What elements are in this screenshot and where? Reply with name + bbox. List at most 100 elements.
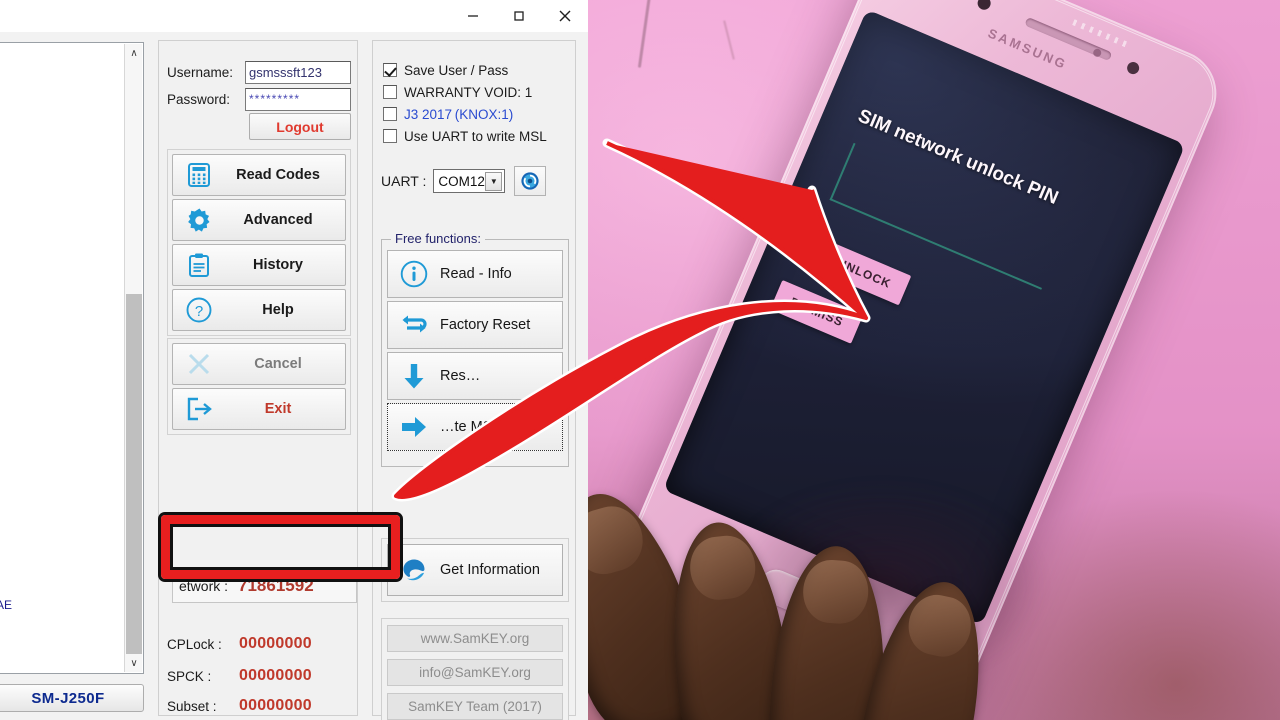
- cplock-value: 00000000: [239, 635, 312, 652]
- fingernail: [800, 558, 870, 626]
- checkbox-label-save-user-pass: Save User / Pass: [404, 62, 509, 78]
- close-icon[interactable]: [542, 0, 588, 32]
- import-arrow-icon: [388, 412, 440, 442]
- fingernail: [686, 533, 758, 603]
- fingernail: [588, 499, 651, 582]
- checkbox-row-warranty-void[interactable]: WARRANTY VOID: 1: [383, 81, 571, 103]
- uart-row: UART : COM12 ▼: [381, 166, 571, 196]
- advanced-button[interactable]: Advanced: [172, 199, 346, 241]
- subset-label: Subset :: [167, 698, 217, 714]
- read-codes-button[interactable]: Read Codes: [172, 154, 346, 196]
- advanced-label: Advanced: [243, 212, 313, 228]
- history-button[interactable]: History: [172, 244, 346, 286]
- free-functions-body: Read - Info Factory Reset Res… …te MSLCo…: [387, 250, 563, 454]
- device-model-label: SM-J250F: [31, 689, 105, 707]
- help-label: Help: [262, 302, 294, 318]
- screenshot-root: AE ∧ ∨ SM-J250F Username: gsmsssft123 Pa…: [0, 0, 1280, 720]
- gear-icon: [173, 207, 225, 234]
- read-codes-label: Read Codes: [236, 167, 320, 183]
- middle-column-panel: Username: gsmsssft123 Password: ********…: [158, 40, 358, 716]
- exit-button[interactable]: Exit: [172, 388, 346, 430]
- checkbox-row-use-uart-write-msl[interactable]: Use UART to write MSL: [383, 125, 571, 147]
- read-info-label: Read - Info: [440, 266, 512, 282]
- x-icon: [173, 351, 225, 377]
- checkbox-row-j3-2017-knox[interactable]: J3 2017 (KNOX:1): [383, 103, 571, 125]
- username-label: Username:: [167, 65, 234, 80]
- browser-icon: [388, 557, 440, 583]
- checkbox-use-uart-write-msl[interactable]: [383, 129, 397, 143]
- exit-label: Exit: [264, 401, 292, 417]
- checkbox-save-user-pass[interactable]: [383, 63, 397, 77]
- right-column-panel: Save User / Pass WARRANTY VOID: 1 J3 201…: [372, 40, 576, 720]
- uart-label: UART :: [381, 173, 427, 189]
- email-link-button[interactable]: info@SamKEY.org: [387, 659, 563, 686]
- uart-port-select[interactable]: COM12 ▼: [433, 169, 506, 193]
- down-arrow-icon: [388, 361, 440, 391]
- factory-reset-label: Factory Reset: [440, 317, 531, 333]
- free-functions-fieldset: Free functions: Read - Info Factory Rese…: [381, 231, 569, 467]
- device-model-badge: SM-J250F: [0, 684, 144, 712]
- logout-button[interactable]: Logout: [249, 113, 351, 140]
- scroll-down-icon[interactable]: ∨: [125, 654, 143, 672]
- log-output-panel: AE ∧ ∨: [0, 42, 144, 674]
- network-code-row: etwork : 71861592: [172, 569, 357, 603]
- log-line: AE: [0, 598, 13, 612]
- password-input[interactable]: *********: [245, 88, 351, 111]
- refresh-icon: [521, 172, 539, 190]
- footer-links-group: www.SamKEY.org info@SamKEY.org SamKEY Te…: [381, 618, 569, 720]
- credentials-group: Username: gsmsssft123 Password: ********…: [167, 61, 351, 115]
- checkbox-label-j3-2017-knox: J3 2017 (KNOX:1): [404, 106, 514, 122]
- fingernail: [903, 589, 977, 662]
- calculator-icon: [173, 162, 225, 188]
- username-input[interactable]: gsmsssft123: [245, 61, 351, 84]
- phone-photo: SAMSUNG SIM network unlock PIN UNLOCK DI…: [588, 0, 1280, 720]
- scrollbar-thumb[interactable]: [126, 294, 142, 654]
- checkbox-label-warranty-void: WARRANTY VOID: 1: [404, 84, 533, 100]
- options-checkbox-list: Save User / Pass WARRANTY VOID: 1 J3 201…: [383, 59, 571, 147]
- factory-reset-button[interactable]: Factory Reset: [387, 301, 563, 349]
- subset-value: 00000000: [239, 697, 312, 714]
- spck-value: 00000000: [239, 667, 312, 684]
- cancel-button[interactable]: Cancel: [172, 343, 346, 385]
- checkbox-warranty-void[interactable]: [383, 85, 397, 99]
- window-titlebar: [0, 0, 588, 32]
- get-information-label: Get Information: [440, 562, 540, 578]
- subset-row: Subset : 00000000: [167, 693, 351, 719]
- spck-row: SPCK : 00000000: [167, 663, 351, 689]
- cplock-row: CPLock : 00000000: [167, 631, 351, 657]
- scroll-up-icon[interactable]: ∧: [125, 44, 143, 62]
- cplock-label: CPLock :: [167, 636, 222, 652]
- cancel-label: Cancel: [254, 356, 302, 372]
- team-credit-button[interactable]: SamKEY Team (2017): [387, 693, 563, 720]
- generate-mslcode-label: …te MSLCode: [440, 419, 536, 435]
- generate-mslcode-button[interactable]: …te MSLCode: [387, 403, 563, 451]
- spck-label: SPCK :: [167, 668, 212, 684]
- website-link-button[interactable]: www.SamKEY.org: [387, 625, 563, 652]
- uart-port-value: COM12: [438, 173, 485, 189]
- action-buttons-group: Cancel Exit: [167, 338, 351, 435]
- info-circle-icon: [388, 259, 440, 289]
- get-information-button[interactable]: Get Information: [387, 544, 563, 596]
- read-info-button[interactable]: Read - Info: [387, 250, 563, 298]
- checkbox-label-use-uart-write-msl: Use UART to write MSL: [404, 128, 547, 144]
- reset-label: Res…: [440, 368, 481, 384]
- minimize-icon[interactable]: [450, 0, 496, 32]
- log-text-area[interactable]: AE: [0, 44, 124, 672]
- username-row: Username: gsmsssft123: [167, 61, 351, 84]
- reset-button[interactable]: Res…: [387, 352, 563, 400]
- checkbox-row-save-user-pass[interactable]: Save User / Pass: [383, 59, 571, 81]
- question-circle-icon: ?: [173, 296, 225, 324]
- samkey-application-window: AE ∧ ∨ SM-J250F Username: gsmsssft123 Pa…: [0, 0, 588, 720]
- maximize-icon[interactable]: [496, 0, 542, 32]
- refresh-ports-button[interactable]: [514, 166, 547, 196]
- help-button[interactable]: ? Help: [172, 289, 346, 331]
- log-scrollbar[interactable]: ∧ ∨: [124, 44, 142, 672]
- main-buttons-group: Read Codes Advanced History ? Help: [167, 149, 351, 336]
- chevron-down-icon[interactable]: ▼: [485, 172, 503, 191]
- hand-holding-phone: [588, 460, 1001, 720]
- network-code-value: 71861592: [238, 576, 314, 595]
- get-information-group: Get Information: [381, 538, 569, 602]
- checkbox-j3-2017-knox[interactable]: [383, 107, 397, 121]
- svg-text:?: ?: [195, 303, 203, 320]
- network-code-label: etwork :: [179, 578, 229, 594]
